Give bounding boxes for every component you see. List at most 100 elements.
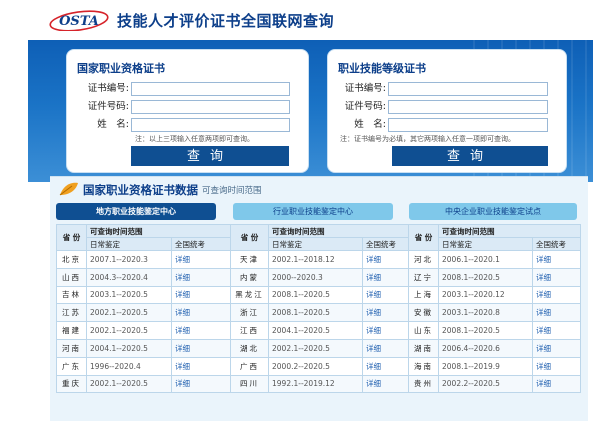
exam-detail-link[interactable]: 详细: [532, 338, 581, 358]
province-cell: 海南: [408, 356, 439, 376]
column-header-range: 可查询时间范围: [86, 224, 231, 238]
daily-range-cell: 2002.2--2020.5: [438, 374, 533, 394]
daily-range-cell: 2003.1--2020.12: [438, 285, 533, 305]
query-note: 注：以上三项输入任意两项即可查询。: [135, 135, 254, 143]
daily-range-cell: 2008.1--2020.5: [438, 321, 533, 340]
page: OSTA 技能人才评价证书全国联网查询 国家职业资格证书 证书编号: 证件号码:…: [0, 0, 602, 421]
province-cell: 广东: [56, 356, 87, 376]
exam-detail-link[interactable]: 详细: [171, 303, 231, 323]
field-id-number: 证件号码:: [328, 100, 566, 114]
province-cell: 辽宁: [408, 267, 439, 287]
column-header-daily: 日常鉴定: [438, 237, 533, 251]
cert-data-section: 国家职业资格证书数据 可查询时间范围 地方职业技能鉴定中心 行业职业技能鉴定中心…: [50, 176, 588, 421]
province-cell: 安徽: [408, 303, 439, 323]
daily-range-cell: 1992.1--2019.12: [268, 374, 363, 394]
tab-local-center[interactable]: 地方职业技能鉴定中心: [56, 203, 216, 220]
table-subheader-row: 日常鉴定 全国统考 日常鉴定 全国统考 日常鉴定 全国统考: [57, 237, 581, 251]
province-cell: 黑龙江: [230, 285, 269, 305]
exam-detail-link[interactable]: 详细: [171, 356, 231, 376]
field-cert-number: 证书编号:: [67, 82, 308, 96]
query-button[interactable]: 查询: [131, 146, 289, 166]
daily-range-cell: 2002.1--2020.5: [86, 303, 172, 323]
column-header-daily: 日常鉴定: [268, 237, 363, 251]
province-cell: 湖北: [230, 338, 269, 358]
exam-detail-link[interactable]: 详细: [362, 374, 409, 394]
field-name: 姓 名:: [67, 118, 308, 132]
exam-detail-link[interactable]: 详细: [362, 250, 409, 269]
exam-detail-link[interactable]: 详细: [532, 285, 581, 305]
exam-detail-link[interactable]: 详细: [532, 374, 581, 394]
exam-detail-link[interactable]: 详细: [362, 267, 409, 287]
skill-level-cert-query-card: 职业技能等级证书 证书编号: 证件号码: 姓 名: 注：证书编号为必填，其它两项…: [327, 49, 567, 173]
tab-industry-center[interactable]: 行业职业技能鉴定中心: [233, 203, 393, 220]
table-header-row: 省 份 可查询时间范围 省 份 可查询时间范围 省 份 可查询时间范围: [56, 224, 581, 251]
daily-range-cell: 2006.1--2020.1: [438, 250, 533, 269]
data-section-subtitle: 可查询时间范围: [202, 186, 262, 196]
field-label: 证书编号:: [87, 83, 129, 94]
table-row: 河南 2004.1--2020.5 详细 湖北 2002.1--2020.5 详细 湖南 20…: [56, 338, 581, 358]
province-cell: 内蒙: [230, 267, 269, 287]
column-header-daily: 日常鉴定: [86, 237, 172, 251]
logo-text: OSTA: [59, 14, 99, 29]
exam-detail-link[interactable]: 详细: [532, 250, 581, 269]
province-cell: 浙江: [230, 303, 269, 323]
daily-range-cell: 2004.1--2020.5: [268, 321, 363, 340]
name-input[interactable]: [131, 118, 290, 132]
query-button[interactable]: 查询: [392, 146, 548, 166]
id-number-input[interactable]: [388, 100, 548, 114]
exam-detail-link[interactable]: 详细: [171, 285, 231, 305]
exam-detail-link[interactable]: 详细: [171, 321, 231, 340]
daily-range-cell: 2002.1--2020.5: [268, 338, 363, 358]
province-cell: 江西: [230, 321, 269, 340]
exam-detail-link[interactable]: 详细: [532, 303, 581, 323]
province-cell: 天津: [230, 250, 269, 269]
table-row: 福建 2002.1--2020.5 详细 江西 2004.1--2020.5 详细 山东 20…: [56, 321, 581, 340]
table-row: 重庆 2002.1--2020.5 详细 四川 1992.1--2019.12 详细 贵州 2…: [56, 374, 581, 394]
table-row: 山西 2004.3--2020.4 详细 内蒙 2000--2020.3 详细 辽宁 2008…: [56, 267, 581, 287]
column-header-exam: 全国统考: [362, 237, 409, 251]
daily-range-cell: 2000--2020.3: [268, 267, 363, 287]
field-label: 证书编号:: [344, 83, 386, 94]
exam-detail-link[interactable]: 详细: [532, 356, 581, 376]
card-title: 职业技能等级证书: [338, 62, 426, 75]
column-header-province: 省 份: [408, 224, 439, 251]
daily-range-cell: 2008.1--2019.9: [438, 356, 533, 376]
daily-range-cell: 2000.2--2020.5: [268, 356, 363, 376]
column-header-range: 可查询时间范围: [438, 224, 581, 238]
name-input[interactable]: [388, 118, 548, 132]
cert-number-input[interactable]: [131, 82, 290, 96]
daily-range-cell: 2003.1--2020.5: [86, 285, 172, 305]
cert-range-table: 省 份 可查询时间范围 省 份 可查询时间范围 省 份 可查询时间范围 日常鉴定…: [56, 224, 581, 394]
exam-detail-link[interactable]: 详细: [532, 321, 581, 340]
province-cell: 重庆: [56, 374, 87, 394]
id-number-input[interactable]: [131, 100, 290, 114]
column-header-province: 省 份: [230, 224, 269, 251]
province-cell: 四川: [230, 374, 269, 394]
province-cell: 北京: [56, 250, 87, 269]
national-cert-query-card: 国家职业资格证书 证书编号: 证件号码: 姓 名: 注：以上三项输入任意两项即可…: [66, 49, 309, 173]
province-cell: 广西: [230, 356, 269, 376]
exam-detail-link[interactable]: 详细: [362, 285, 409, 305]
cert-number-input[interactable]: [388, 82, 548, 96]
exam-detail-link[interactable]: 详细: [362, 321, 409, 340]
table-row: 江苏 2002.1--2020.5 详细 浙江 2008.1--2020.5 详细 安徽 20…: [56, 303, 581, 323]
exam-detail-link[interactable]: 详细: [171, 267, 231, 287]
province-cell: 山东: [408, 321, 439, 340]
daily-range-cell: 1996--2020.4: [86, 356, 172, 376]
daily-range-cell: 2002.1--2020.5: [86, 321, 172, 340]
column-header-exam: 全国统考: [171, 237, 231, 251]
field-label: 姓 名:: [354, 119, 386, 130]
query-note: 注：证书编号为必填，其它两项输入任意一项即可查询。: [340, 135, 515, 143]
card-title: 国家职业资格证书: [77, 62, 165, 75]
province-cell: 湖南: [408, 338, 439, 358]
exam-detail-link[interactable]: 详细: [171, 374, 231, 394]
daily-range-cell: 2003.1--2020.8: [438, 303, 533, 323]
tab-central-enterprise[interactable]: 中央企业职业技能鉴定试点: [409, 203, 577, 220]
data-section-header: 国家职业资格证书数据 可查询时间范围: [50, 177, 588, 201]
exam-detail-link[interactable]: 详细: [362, 303, 409, 323]
exam-detail-link[interactable]: 详细: [532, 267, 581, 287]
exam-detail-link[interactable]: 详细: [362, 338, 409, 358]
exam-detail-link[interactable]: 详细: [171, 250, 231, 269]
exam-detail-link[interactable]: 详细: [362, 356, 409, 376]
exam-detail-link[interactable]: 详细: [171, 338, 231, 358]
